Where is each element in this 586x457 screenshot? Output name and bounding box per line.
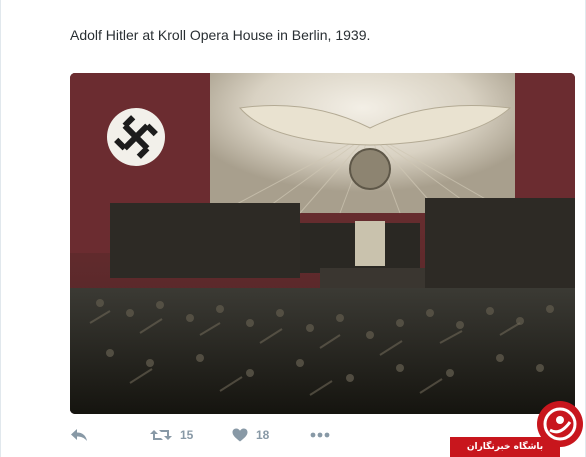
reply-icon (70, 428, 88, 442)
card-border-left (0, 0, 1, 457)
more-icon (310, 432, 330, 438)
heart-icon (232, 428, 248, 442)
like-button[interactable]: 18 (232, 424, 269, 446)
tweet-actions: 15 18 (70, 424, 370, 446)
agency-logo-icon (536, 400, 584, 448)
photo-image (70, 73, 575, 414)
more-button[interactable] (310, 424, 330, 446)
news-agency-watermark: باشگاه خبرنگاران (450, 400, 586, 457)
retweet-icon (150, 428, 172, 442)
like-count: 18 (256, 428, 270, 442)
reply-button[interactable] (70, 424, 88, 446)
retweet-count: 15 (180, 428, 194, 442)
retweet-button[interactable]: 15 (150, 424, 193, 446)
tweet-photo[interactable] (70, 73, 575, 414)
tweet-text: Adolf Hitler at Kroll Opera House in Ber… (70, 27, 371, 43)
